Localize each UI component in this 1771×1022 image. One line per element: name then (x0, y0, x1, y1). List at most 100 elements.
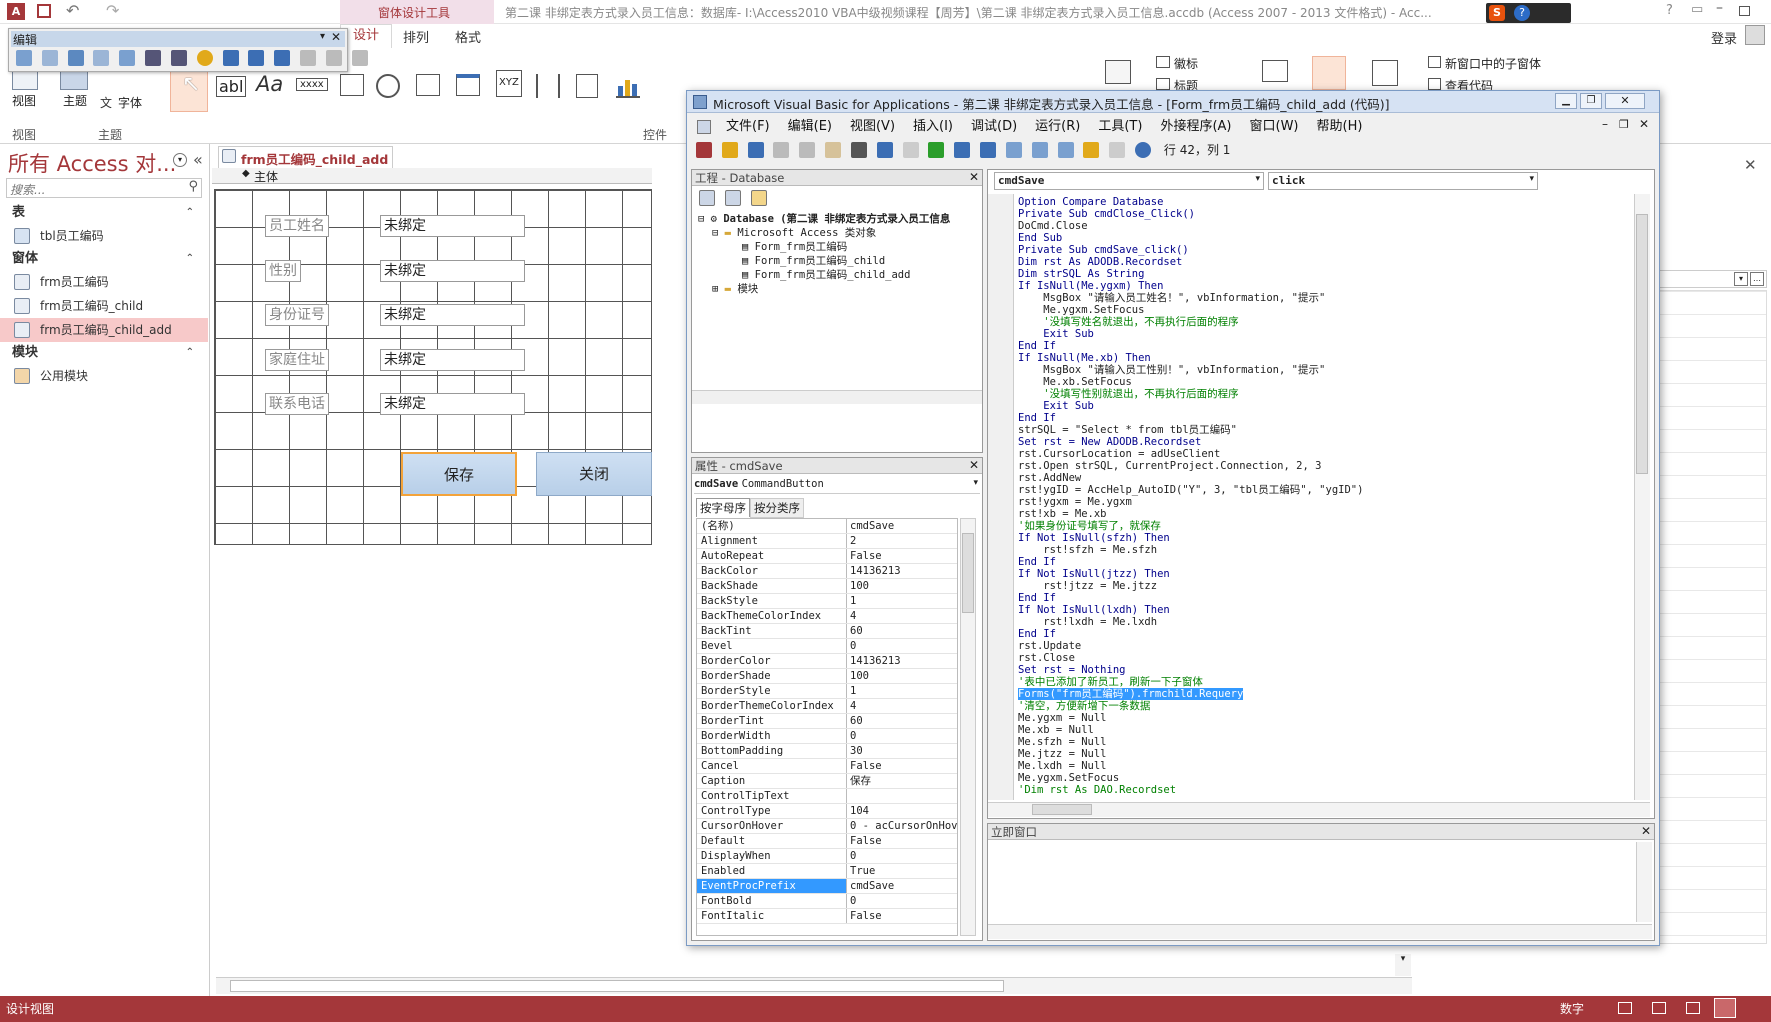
dropdown-arrow-icon[interactable]: ▾ (320, 31, 325, 42)
redo-icon[interactable]: ↷ (106, 1, 119, 20)
property-value[interactable]: 0 - acCursorOnHoverDefa (847, 819, 957, 833)
property-sheet-close-icon[interactable]: ✕ (1744, 156, 1757, 174)
nav-pane-title[interactable]: 所有 Access 对... (8, 148, 176, 178)
code-line[interactable]: rst.Open strSQL, CurrentProject.Connecti… (1018, 460, 1628, 472)
close-icon[interactable]: ✕ (1641, 824, 1651, 838)
property-row[interactable]: AutoRepeat False (697, 549, 957, 564)
menu-view[interactable]: 视图(V) (841, 115, 904, 139)
view-access-icon[interactable] (696, 141, 712, 158)
save-icon[interactable] (747, 141, 764, 158)
access-logo-icon[interactable]: A (7, 3, 25, 20)
immediate-hscroll[interactable] (988, 924, 1652, 939)
vbe-restore-icon[interactable]: ❐ (1580, 93, 1602, 109)
property-row[interactable]: BorderTint 60 (697, 714, 957, 729)
menu-addins[interactable]: 外接程序(A) (1151, 115, 1240, 139)
code-line[interactable]: End If (1018, 592, 1628, 604)
clear-bookmarks-icon[interactable] (351, 50, 368, 66)
properties-window-icon[interactable] (1057, 141, 1074, 158)
label-employee-name[interactable]: 员工姓名 (265, 215, 329, 237)
indent-icon[interactable] (145, 50, 162, 66)
property-row[interactable]: BackShade 100 (697, 579, 957, 594)
ime-help-icon[interactable]: ? (1514, 5, 1530, 21)
property-sheet-icon[interactable] (1312, 56, 1346, 90)
code-line[interactable]: '清空，方便新增下一条数据 (1018, 700, 1628, 712)
child-minimize-icon[interactable]: – (1602, 117, 1608, 131)
code-line[interactable]: End If (1018, 340, 1628, 352)
menu-help[interactable]: 帮助(H) (1308, 115, 1372, 139)
code-line[interactable]: Set rst = New ADODB.Recordset (1018, 436, 1628, 448)
expand-icon[interactable]: ⊟ (712, 227, 725, 239)
property-row[interactable]: (名称) cmdSave (697, 519, 957, 534)
code-line[interactable]: End Sub (1018, 232, 1628, 244)
tab-control-icon[interactable] (340, 74, 364, 96)
combo-control-icon[interactable] (576, 74, 598, 98)
page-break-icon[interactable] (536, 74, 560, 98)
maximize-icon[interactable] (1739, 6, 1750, 16)
property-row[interactable]: CursorOnHover0 - acCursorOnHoverDefa (697, 819, 957, 834)
label-control-icon[interactable]: Aa (256, 72, 283, 96)
property-value[interactable]: 0 (847, 729, 957, 743)
nav-item-table[interactable]: tbl员工编码 (0, 224, 208, 248)
restore-ribbon-icon[interactable]: ▭ (1691, 2, 1703, 17)
minimize-icon[interactable]: – (1716, 0, 1723, 16)
property-row[interactable]: Caption 保存 (697, 774, 957, 789)
form-view-icon[interactable] (1618, 1002, 1632, 1014)
code-line[interactable]: 'Dim rst As DAO.Recordset (1018, 784, 1628, 796)
property-row[interactable]: Enabled True (697, 864, 957, 879)
code-line[interactable]: Set rst = Nothing (1018, 664, 1628, 676)
nav-item-form-3[interactable]: frm员工编码_child_add (0, 318, 208, 342)
nav-search-input[interactable]: 搜索... ⚲ (6, 178, 202, 198)
code-line[interactable]: Me.xb = Null (1018, 724, 1628, 736)
nav-group-modules[interactable]: 模块 ⌃ (0, 342, 208, 364)
textbox-gender[interactable]: 未绑定 (380, 260, 525, 282)
menu-window[interactable]: 窗口(W) (1241, 115, 1308, 139)
toolbox-icon[interactable] (1109, 141, 1126, 158)
code-line[interactable]: If IsNull(Me.ygxm) Then (1018, 280, 1628, 292)
chart-control-icon[interactable] (616, 78, 640, 98)
menu-tools[interactable]: 工具(T) (1089, 115, 1151, 139)
nav-menu-icon[interactable]: ▾ (173, 153, 187, 167)
property-row[interactable]: BorderThemeColorIndex 4 (697, 699, 957, 714)
layout-view-icon[interactable] (1686, 1002, 1700, 1014)
code-line[interactable]: Me.xb.SetFocus (1018, 376, 1628, 388)
view-code-icon[interactable] (1428, 78, 1441, 90)
parameter-info-icon[interactable] (93, 50, 110, 66)
code-line[interactable]: If Not IsNull(sfzh) Then (1018, 532, 1628, 544)
scrollbar-thumb[interactable] (962, 533, 974, 613)
property-row[interactable]: BackStyle 1 (697, 594, 957, 609)
property-value[interactable]: 100 (847, 579, 957, 593)
horizontal-scrollbar[interactable] (216, 977, 1412, 994)
dropdown-arrow-icon[interactable]: ▾ (1734, 272, 1748, 286)
immediate-vscroll[interactable] (1636, 842, 1652, 922)
property-value[interactable]: 14136213 (847, 564, 957, 578)
property-row[interactable]: Cancel False (697, 759, 957, 774)
close-icon[interactable]: ✕ (969, 458, 979, 472)
property-row[interactable]: BackThemeColorIndex 4 (697, 609, 957, 624)
dropdown-arrow-icon[interactable]: ▾ (1255, 174, 1260, 184)
procedure-dropdown[interactable]: click ▾ (1268, 172, 1538, 190)
code-line[interactable]: End If (1018, 628, 1628, 640)
button-control-icon[interactable]: xxxx (296, 78, 328, 91)
property-value[interactable]: 60 (847, 624, 957, 638)
code-line[interactable]: Forms("frm员工编码").frmchild.Requery (1018, 688, 1628, 700)
run-icon[interactable] (928, 141, 945, 158)
immediate-input[interactable] (990, 842, 1634, 922)
dropdown-arrow-icon[interactable]: ▾ (973, 478, 978, 488)
collapse-icon[interactable]: ⌃ (186, 202, 194, 224)
design-view-icon[interactable] (1714, 998, 1736, 1018)
textbox-employee-name[interactable]: 未绑定 (380, 215, 525, 237)
close-button[interactable]: 关闭 (536, 452, 652, 496)
avatar[interactable] (1745, 25, 1765, 45)
property-row[interactable]: Alignment 2 (697, 534, 957, 549)
code-line[interactable]: Option Compare Database (1018, 196, 1628, 208)
property-value[interactable]: 100 (847, 669, 957, 683)
property-row[interactable]: EventProcPrefix cmdSave (697, 879, 957, 894)
property-row[interactable]: FontBold 0 (697, 894, 957, 909)
property-grid[interactable]: (名称) cmdSave Alignment 2 AutoRepeat False Back… (696, 518, 958, 936)
doc-tab[interactable]: frm员工编码_child_add (218, 146, 393, 168)
expand-icon[interactable]: ⊟ (698, 213, 711, 225)
code-hscroll[interactable] (988, 802, 1650, 817)
code-line[interactable]: If IsNull(Me.xb) Then (1018, 352, 1628, 364)
outdent-icon[interactable] (170, 50, 187, 66)
sogou-toolbar[interactable]: S ? (1486, 3, 1571, 23)
